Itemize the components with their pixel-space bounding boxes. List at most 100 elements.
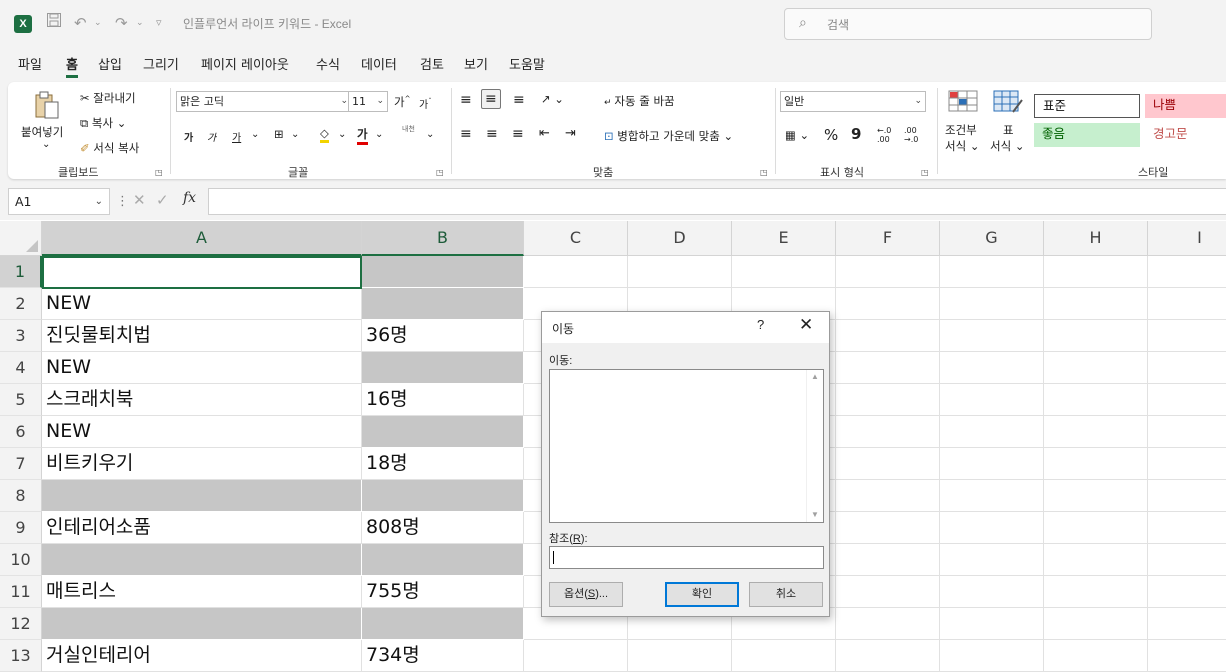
style-bad[interactable]: 나쁨: [1145, 94, 1226, 118]
tab-home[interactable]: 홈: [66, 54, 78, 78]
empty-cell[interactable]: [1148, 416, 1226, 448]
column-header-i[interactable]: I: [1148, 221, 1226, 256]
empty-cell[interactable]: [1044, 352, 1148, 384]
empty-cell[interactable]: [836, 416, 940, 448]
cut-button[interactable]: ✂ 잘라내기: [80, 90, 136, 106]
cell-a[interactable]: NEW: [42, 352, 362, 384]
clipboard-launcher-icon[interactable]: ◳: [155, 168, 163, 177]
tab-view[interactable]: 보기: [464, 54, 488, 73]
empty-cell[interactable]: [836, 544, 940, 576]
goto-list-scrollbar[interactable]: ▲ ▼: [806, 370, 823, 522]
cell-a[interactable]: 인테리어소품: [42, 512, 362, 544]
align-middle-icon[interactable]: ≡: [481, 89, 501, 109]
column-header-h[interactable]: H: [1044, 221, 1148, 256]
empty-cell[interactable]: [940, 640, 1044, 672]
empty-cell[interactable]: [1044, 544, 1148, 576]
tab-help[interactable]: 도움말: [509, 54, 545, 73]
empty-cell[interactable]: [940, 288, 1044, 320]
cell-b[interactable]: [362, 608, 524, 640]
empty-cell[interactable]: [940, 608, 1044, 640]
number-format-select[interactable]: 일반 ⌄: [780, 91, 926, 112]
column-header-b[interactable]: B: [362, 221, 524, 256]
fill-color-dropdown-icon[interactable]: ⌄: [338, 129, 346, 140]
cell-b[interactable]: [362, 480, 524, 512]
column-header-c[interactable]: C: [524, 221, 628, 256]
underline-button[interactable]: 가: [232, 129, 241, 144]
tab-draw[interactable]: 그리기: [143, 54, 179, 73]
empty-cell[interactable]: [1044, 576, 1148, 608]
phonetic-guide-button[interactable]: 내천: [402, 124, 415, 134]
row-header[interactable]: 3: [0, 320, 42, 352]
empty-cell[interactable]: [836, 288, 940, 320]
empty-cell[interactable]: [940, 544, 1044, 576]
align-bottom-icon[interactable]: ≡: [513, 92, 525, 108]
column-header-g[interactable]: G: [940, 221, 1044, 256]
number-launcher-icon[interactable]: ◳: [921, 168, 929, 177]
cancel-entry-icon[interactable]: ✕: [133, 191, 146, 209]
column-header-d[interactable]: D: [628, 221, 732, 256]
empty-cell[interactable]: [836, 320, 940, 352]
cell-a[interactable]: NEW: [42, 288, 362, 320]
empty-cell[interactable]: [836, 512, 940, 544]
empty-cell[interactable]: [836, 352, 940, 384]
scroll-down-icon[interactable]: ▼: [811, 510, 819, 519]
cell-b[interactable]: [362, 288, 524, 320]
alignment-launcher-icon[interactable]: ◳: [760, 168, 768, 177]
select-all-button[interactable]: [0, 221, 42, 256]
tab-formulas[interactable]: 수식: [316, 54, 340, 73]
phonetic-dropdown-icon[interactable]: ⌄: [426, 129, 434, 140]
conditional-formatting-button[interactable]: 조건부: [945, 122, 977, 138]
search-box[interactable]: ⌕ 검색: [784, 8, 1152, 40]
row-header[interactable]: 9: [0, 512, 42, 544]
cell-a[interactable]: [42, 544, 362, 576]
empty-cell[interactable]: [1044, 416, 1148, 448]
cell-b[interactable]: [362, 544, 524, 576]
close-icon[interactable]: ✕: [799, 315, 813, 335]
reference-input[interactable]: [549, 546, 824, 569]
empty-cell[interactable]: [940, 416, 1044, 448]
column-header-a[interactable]: A: [42, 221, 362, 256]
empty-cell[interactable]: [1148, 576, 1226, 608]
insert-function-button[interactable]: fx: [183, 190, 196, 206]
ok-button[interactable]: 확인: [665, 582, 739, 607]
copy-button[interactable]: ⧉ 복사 ⌄: [80, 115, 126, 131]
tab-insert[interactable]: 삽입: [98, 54, 122, 73]
cell-b[interactable]: 734명: [362, 640, 524, 672]
font-color-button[interactable]: 가: [357, 126, 368, 145]
row-header[interactable]: 6: [0, 416, 42, 448]
cell-a[interactable]: 스크래치북: [42, 384, 362, 416]
grow-font-button[interactable]: 가^: [394, 94, 410, 110]
empty-cell[interactable]: [836, 256, 940, 288]
cancel-button[interactable]: 취소: [749, 582, 823, 607]
paste-icon[interactable]: [32, 90, 62, 124]
borders-dropdown-icon[interactable]: ⌄: [291, 129, 299, 140]
empty-cell[interactable]: [1044, 256, 1148, 288]
fill-color-icon[interactable]: ◇: [320, 126, 329, 143]
cell-a[interactable]: [42, 480, 362, 512]
tab-file[interactable]: 파일: [18, 54, 42, 73]
format-as-table-line2[interactable]: 서식 ⌄: [990, 138, 1024, 154]
font-size-select[interactable]: 11 ⌄: [348, 91, 388, 112]
empty-cell[interactable]: [628, 256, 732, 288]
orientation-icon[interactable]: ↗ ⌄: [541, 92, 564, 106]
paste-button[interactable]: 붙여넣기: [21, 124, 63, 140]
empty-cell[interactable]: [524, 256, 628, 288]
empty-cell[interactable]: [1044, 320, 1148, 352]
cell-b[interactable]: [362, 256, 524, 288]
conditional-formatting-icon[interactable]: [948, 90, 978, 116]
shrink-font-button[interactable]: 가ˇ: [419, 96, 432, 111]
row-header[interactable]: 1: [0, 256, 42, 288]
style-good[interactable]: 좋음: [1034, 123, 1140, 147]
decrease-indent-icon[interactable]: ⇤: [539, 126, 550, 141]
goto-list[interactable]: ▲ ▼: [549, 369, 824, 523]
scroll-up-icon[interactable]: ▲: [811, 372, 819, 381]
redo-icon[interactable]: ↷: [115, 12, 128, 34]
options-button[interactable]: 옵션(S)...: [549, 582, 623, 607]
empty-cell[interactable]: [1148, 480, 1226, 512]
increase-indent-icon[interactable]: ⇥: [565, 126, 576, 141]
empty-cell[interactable]: [732, 256, 836, 288]
cell-b[interactable]: 16명: [362, 384, 524, 416]
empty-cell[interactable]: [732, 640, 836, 672]
decrease-decimal-button[interactable]: .00 →.0: [904, 126, 924, 144]
cell-a[interactable]: 거실인테리어: [42, 640, 362, 672]
